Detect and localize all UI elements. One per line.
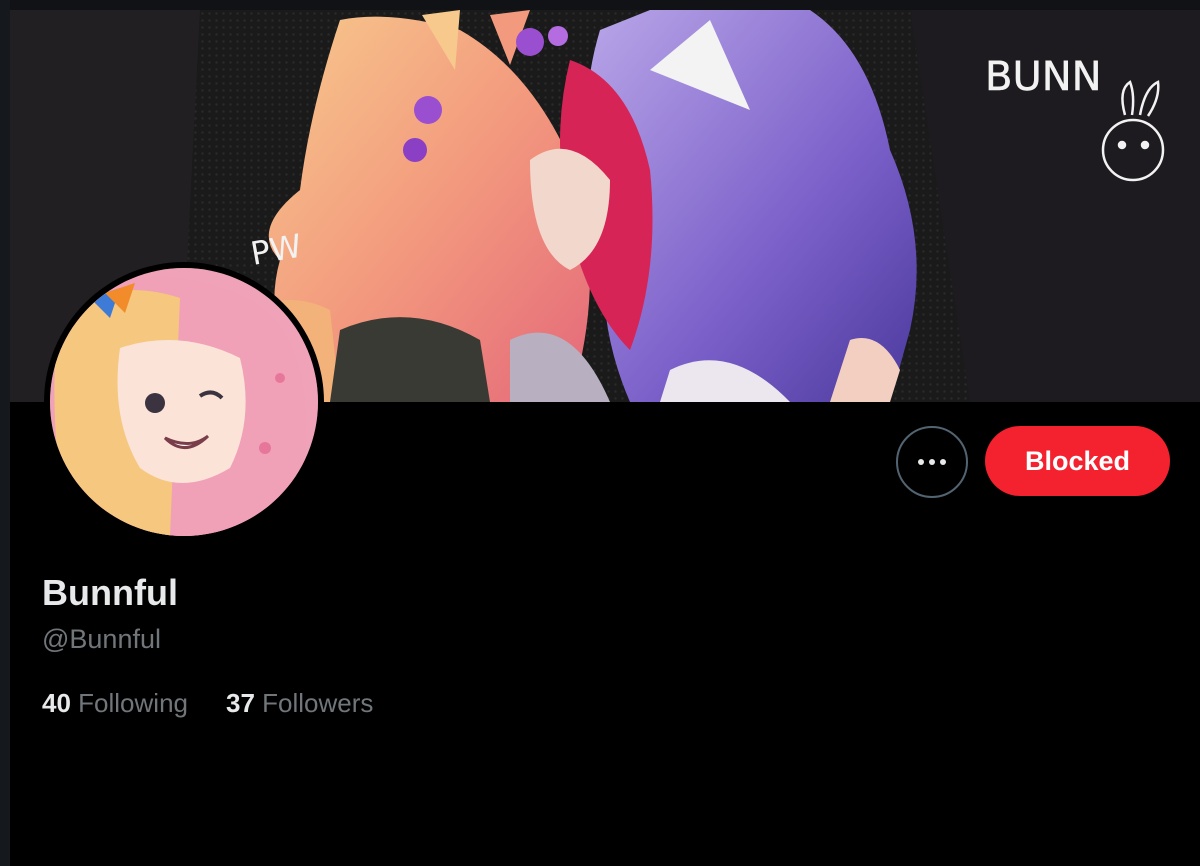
- window-frame-top: [0, 0, 1200, 10]
- blocked-button[interactable]: Blocked: [985, 426, 1170, 496]
- followers-link[interactable]: 37 Followers: [226, 688, 373, 719]
- more-options-button[interactable]: [896, 426, 968, 498]
- user-handle: @Bunnful: [42, 624, 161, 654]
- more-horizontal-icon: [918, 459, 946, 465]
- banner-signature: BUNN: [985, 54, 1102, 100]
- profile-avatar[interactable]: [44, 262, 324, 542]
- profile-stats: 40 Following 37 Followers: [42, 688, 373, 719]
- following-count: 40: [42, 688, 71, 718]
- avatar-image: [50, 268, 318, 536]
- display-name: Bunnful: [42, 572, 178, 613]
- following-link[interactable]: 40 Following: [42, 688, 188, 719]
- followers-count: 37: [225, 688, 255, 718]
- followers-label: Followers: [262, 688, 374, 718]
- following-label: Following: [78, 688, 188, 718]
- window-frame-left: [0, 0, 10, 866]
